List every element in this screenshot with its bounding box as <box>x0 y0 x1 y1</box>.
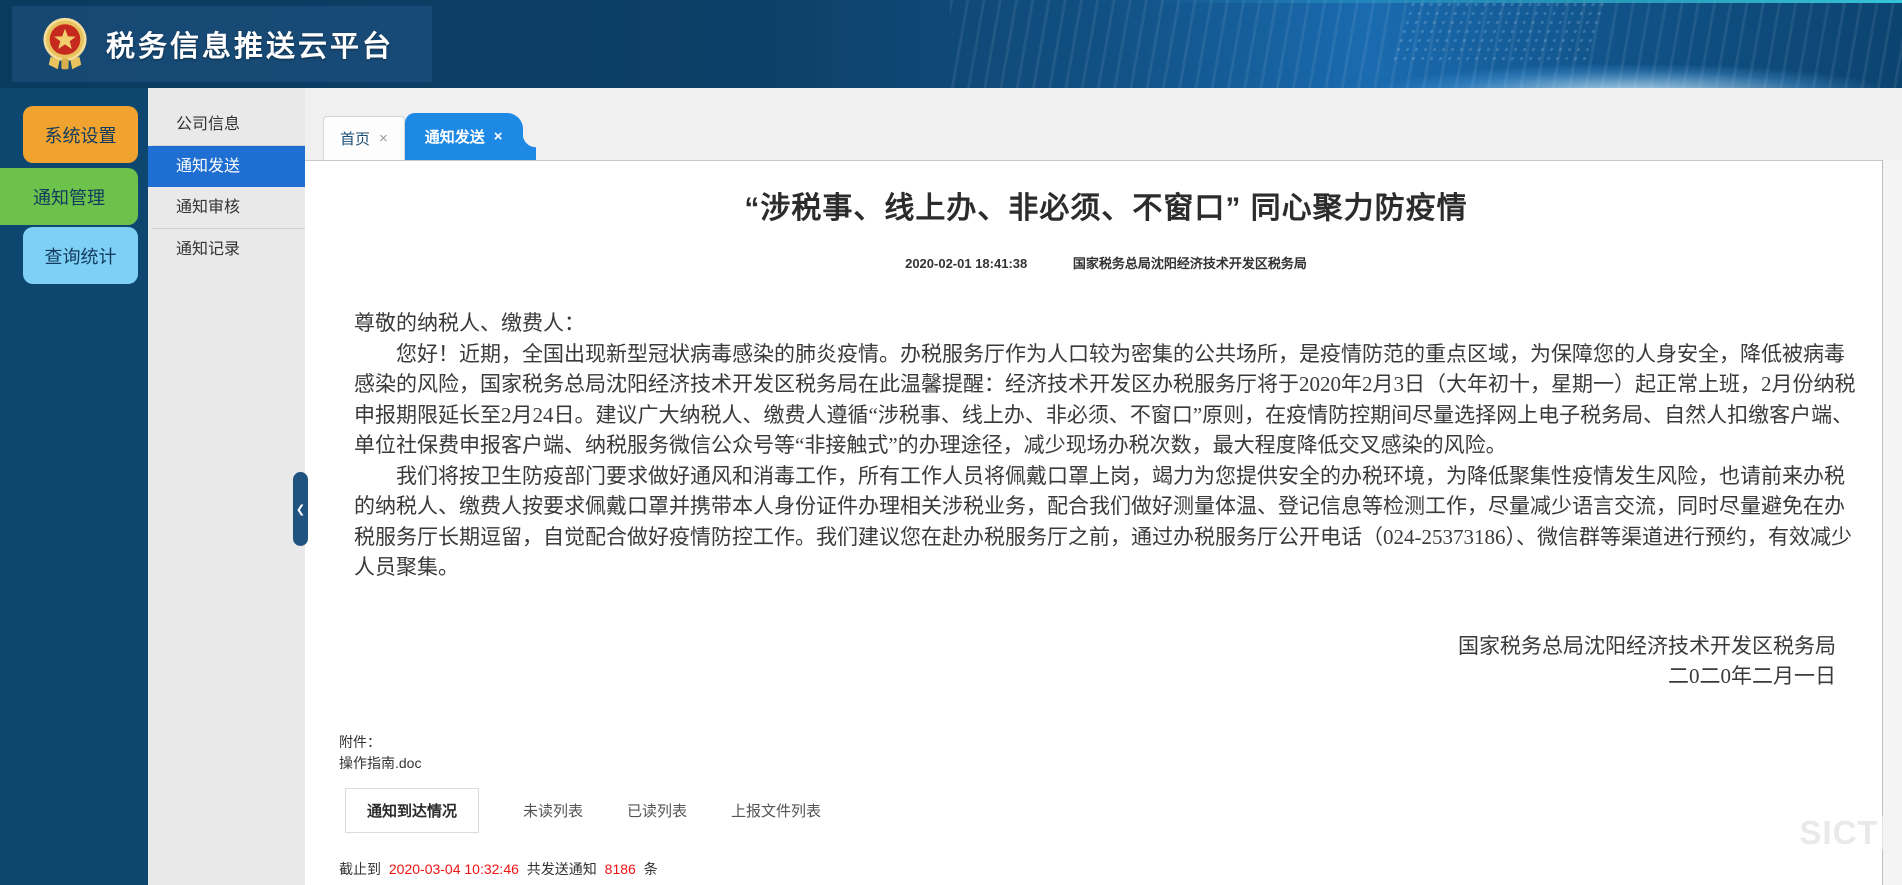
banner-dot-grid <box>1390 0 1610 62</box>
stats-sent-line: 截止到 2020-03-04 10:32:46 共发送通知 8186 条 <box>339 859 1873 879</box>
submenu-notice-send[interactable]: 通知发送 <box>148 146 305 187</box>
attachment-file-link[interactable]: 操作指南.doc <box>339 753 1873 774</box>
main-area: 首页 × 通知发送 × “涉税事、线上办、非必须、不窗口” 同心聚力防疫情 20… <box>305 88 1902 885</box>
notice-publish-time: 2020-02-01 18:41:38 <box>905 256 1027 271</box>
primary-sidebar: 系统设置 通知管理 查询统计 <box>0 88 148 885</box>
secondary-sidebar: 公司信息 通知发送 通知审核 通知记录 <box>148 88 305 885</box>
tab-notice-send-label: 通知发送 <box>425 126 485 147</box>
submenu-company-info[interactable]: 公司信息 <box>152 104 305 146</box>
detail-tab-unread-label: 未读列表 <box>523 803 583 820</box>
notice-title: “涉税事、线上办、非必须、不窗口” 同心聚力防疫情 <box>339 183 1873 227</box>
stats-suffix: 条 <box>644 861 658 877</box>
tax-bureau-logo-icon <box>38 15 92 73</box>
attachment-block: 附件： 操作指南.doc <box>339 732 1873 774</box>
banner-top-edge <box>1150 0 1902 3</box>
sidebar-collapse-handle[interactable]: ❮ <box>293 472 308 546</box>
notice-signature: 国家税务总局沈阳经济技术开发区税务局 二0二0年二月一日 <box>354 631 1858 692</box>
tab-home[interactable]: 首页 × <box>323 116 405 160</box>
collapse-chevron-icon: ❮ <box>296 503 305 516</box>
tab-bar: 首页 × 通知发送 × <box>305 88 1902 160</box>
stats-middle: 共发送通知 <box>527 861 597 877</box>
detail-tab-uploaded-files-label: 上报文件列表 <box>731 803 821 820</box>
attachment-label: 附件： <box>339 732 1873 753</box>
detail-tab-bar: 通知到达情况 未读列表 已读列表 上报文件列表 <box>339 788 1873 833</box>
notice-salutation: 尊敬的纳税人、缴费人： <box>354 308 1858 339</box>
tab-home-label: 首页 <box>340 128 370 149</box>
notice-panel: “涉税事、线上办、非必须、不窗口” 同心聚力防疫情 2020-02-01 18:… <box>305 160 1883 885</box>
submenu-notice-send-label: 通知发送 <box>176 158 240 175</box>
detail-tab-arrival[interactable]: 通知到达情况 <box>345 788 479 833</box>
detail-tab-read-label: 已读列表 <box>627 803 687 820</box>
detail-tab-unread[interactable]: 未读列表 <box>523 789 583 832</box>
stats-prefix: 截止到 <box>339 861 381 877</box>
nav-system-settings-label: 系统设置 <box>45 122 117 148</box>
signature-date: 二0二0年二月一日 <box>354 661 1836 692</box>
submenu-notice-record-label: 通知记录 <box>176 241 240 258</box>
submenu-notice-review[interactable]: 通知审核 <box>152 187 305 229</box>
tab-notice-send[interactable]: 通知发送 × <box>405 113 523 160</box>
nav-notice-management-label: 通知管理 <box>33 184 105 210</box>
tab-notice-send-close-icon[interactable]: × <box>494 129 503 144</box>
nav-notice-management[interactable]: 通知管理 <box>0 168 138 225</box>
tab-home-close-icon[interactable]: × <box>379 131 388 146</box>
signature-org: 国家税务总局沈阳经济技术开发区税务局 <box>354 631 1836 662</box>
detail-tab-read[interactable]: 已读列表 <box>627 789 687 832</box>
notice-paragraph: 您好！近期，全国出现新型冠状病毒感染的肺炎疫情。办税服务厅作为人口较为密集的公共… <box>354 339 1858 461</box>
nav-query-statistics[interactable]: 查询统计 <box>23 227 138 284</box>
vertical-scrollbar[interactable] <box>1882 160 1902 885</box>
submenu-notice-record[interactable]: 通知记录 <box>152 229 305 270</box>
app-window: 税务信息推送云平台 系统设置 通知管理 查询统计 公司信息 通知发送 通知审核 … <box>0 0 1902 885</box>
detail-tab-uploaded-files[interactable]: 上报文件列表 <box>731 789 821 832</box>
submenu-notice-review-label: 通知审核 <box>176 199 240 216</box>
detail-tab-arrival-label: 通知到达情况 <box>367 803 457 820</box>
app-title: 税务信息推送云平台 <box>106 23 394 65</box>
notice-body: 尊敬的纳税人、缴费人： 您好！近期，全国出现新型冠状病毒感染的肺炎疫情。办税服务… <box>354 308 1858 692</box>
nav-query-statistics-label: 查询统计 <box>45 243 117 269</box>
top-banner: 税务信息推送云平台 <box>0 0 1902 88</box>
stats-deadline-value: 2020-03-04 10:32:46 <box>389 861 519 877</box>
notice-meta: 2020-02-01 18:41:38 国家税务总局沈阳经济技术开发区税务局 <box>339 253 1873 272</box>
notice-publisher: 国家税务总局沈阳经济技术开发区税务局 <box>1073 256 1307 271</box>
stats-total-value: 8186 <box>605 861 636 877</box>
nav-system-settings[interactable]: 系统设置 <box>23 106 138 163</box>
stats-block: 截止到 2020-03-04 10:32:46 共发送通知 8186 条 其中已… <box>339 859 1873 885</box>
brand-area: 税务信息推送云平台 <box>12 6 432 82</box>
notice-paragraph: 我们将按卫生防疫部门要求做好通风和消毒工作，所有工作人员将佩戴口罩上岗，竭力为您… <box>354 461 1858 583</box>
sict-watermark: SICT <box>1795 807 1883 859</box>
submenu-company-info-label: 公司信息 <box>176 116 240 133</box>
